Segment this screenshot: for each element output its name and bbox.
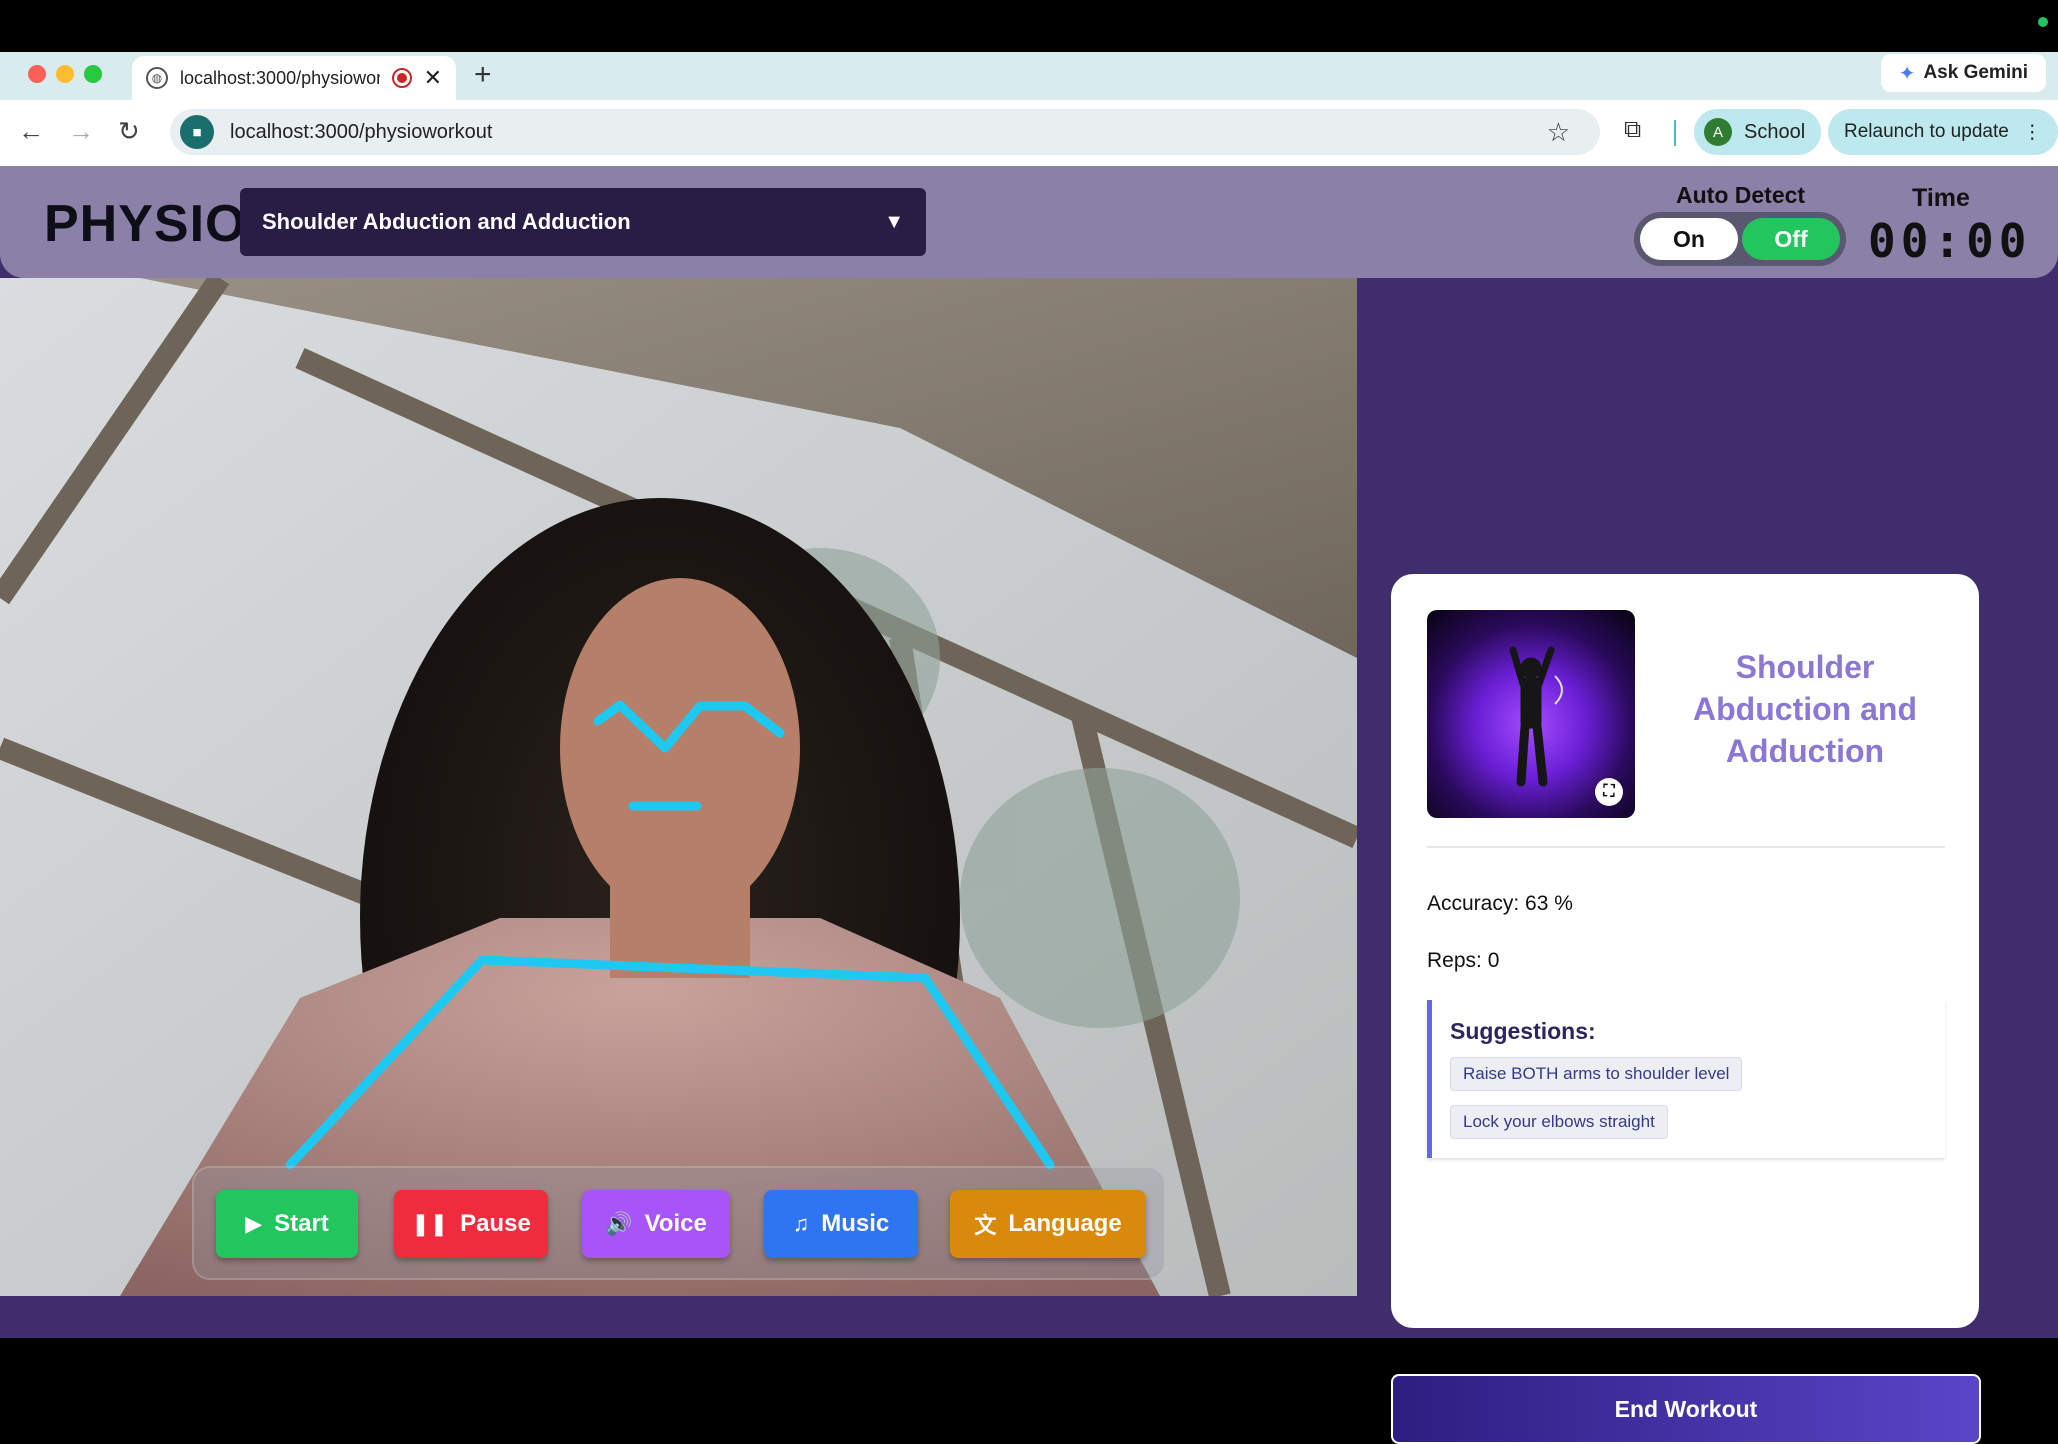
gemini-sparkle-icon: ✦ [1898,62,1916,85]
end-workout-button[interactable]: End Workout [1391,1374,1981,1444]
app-header: PHYSIO Shoulder Abduction and Adduction … [0,166,2058,278]
forward-arrow-icon[interactable]: → [68,116,94,147]
exercise-demo-thumbnail[interactable]: ⛶ [1427,610,1635,818]
bookmark-star-icon[interactable]: ☆ [1547,117,1570,148]
fullscreen-icon[interactable]: ⛶ [1595,778,1623,806]
relaunch-label: Relaunch to update [1844,121,2009,142]
speaker-icon: 🔊 [605,1211,633,1236]
auto-detect-off-option[interactable]: Off [1742,218,1840,260]
suggestion-item: Raise BOTH arms to shoulder level [1450,1057,1743,1091]
reps-readout: Reps: 0 [1427,949,1500,972]
play-icon: ▶ [245,1211,263,1236]
language-label: Language [1008,1210,1122,1237]
suggestions-box: Suggestions: Raise BOTH arms to shoulder… [1427,1000,1945,1158]
timer-display: 00:00 [1868,214,2032,268]
system-menubar [0,0,2058,52]
auto-detect-toggle[interactable]: On Off [1634,212,1846,266]
app-logo: PHYSIO [44,195,247,253]
toolbar-divider [1674,120,1676,146]
voice-button[interactable]: 🔊 Voice [582,1190,730,1258]
music-label: Music [821,1210,890,1237]
exercise-panel: ⛶ Shoulder Abduction and Adduction Accur… [1391,574,1979,1328]
tab-strip: ◍ localhost:3000/physiowor ✕ + ✦ Ask Gem… [0,52,2058,100]
profile-name: School [1744,120,1806,143]
language-button[interactable]: 文 Language [950,1190,1146,1258]
time-label: Time [1912,184,1970,212]
camera-feed [0,278,1357,1296]
panel-divider [1427,846,1945,848]
browser-toolbar: ← → ↻ ■ localhost:3000/physioworkout ☆ ⧉… [0,100,2058,166]
more-vertical-icon: ⋮ [2022,121,2042,143]
exercise-dropdown[interactable]: Shoulder Abduction and Adduction ▼ [240,188,926,256]
window-close-button[interactable] [28,65,46,83]
relaunch-button[interactable]: Relaunch to update ⋮ [1828,109,2058,155]
camera-in-use-icon[interactable]: ■ [180,115,214,149]
auto-detect-label: Auto Detect [1676,182,1806,208]
browser-tab[interactable]: ◍ localhost:3000/physiowor ✕ [132,56,456,100]
window-minimize-button[interactable] [56,65,74,83]
music-note-icon: ♫ [792,1211,810,1236]
ask-gemini-button[interactable]: ✦ Ask Gemini [1880,54,2046,92]
recording-icon [391,68,412,88]
neck [610,858,750,978]
workout-controls: ▶ Start ❚❚ Pause 🔊 Voice ♫ Music 文 Langu… [192,1166,1166,1280]
pause-label: Pause [460,1210,531,1237]
browser-chrome: ◍ localhost:3000/physiowor ✕ + ✦ Ask Gem… [0,52,2058,166]
translate-icon: 文 [974,1213,997,1238]
start-label: Start [274,1210,329,1237]
exercise-selected-label: Shoulder Abduction and Adduction [262,209,631,234]
ask-gemini-label: Ask Gemini [1923,62,2028,83]
accuracy-readout: Accuracy: 63 % [1427,892,1573,915]
address-bar[interactable]: ■ localhost:3000/physioworkout ☆ [170,109,1600,155]
voice-label: Voice [644,1210,707,1237]
auto-detect-on-option[interactable]: On [1640,218,1738,260]
camera-indicator-icon [2038,17,2048,27]
pause-icon: ❚❚ [411,1211,449,1236]
window-maximize-button[interactable] [84,65,102,83]
pause-button[interactable]: ❚❚ Pause [394,1190,548,1258]
profile-button[interactable]: A School [1694,109,1822,155]
camera-scene [0,278,1357,1296]
dropdown-triangle-icon: ▼ [884,210,904,233]
start-button[interactable]: ▶ Start [216,1190,358,1258]
globe-icon: ◍ [146,67,168,89]
avatar: A [1704,118,1732,146]
reload-icon[interactable]: ↻ [118,116,140,147]
url-text[interactable]: localhost:3000/physioworkout [230,121,1547,144]
suggestion-item: Lock your elbows straight [1450,1105,1668,1139]
physio-app: PHYSIO Shoulder Abduction and Adduction … [0,166,2058,1444]
tab-title: localhost:3000/physiowor [180,67,380,88]
music-button[interactable]: ♫ Music [764,1190,918,1258]
lens-search-icon[interactable]: ⧉ [1624,116,1641,144]
new-tab-button[interactable]: + [474,58,492,92]
exercise-title: Shoulder Abduction and Adduction [1693,649,1917,769]
suggestions-title: Suggestions: [1450,1018,1596,1044]
back-arrow-icon[interactable]: ← [18,116,44,147]
tab-close-icon[interactable]: ✕ [424,65,442,91]
